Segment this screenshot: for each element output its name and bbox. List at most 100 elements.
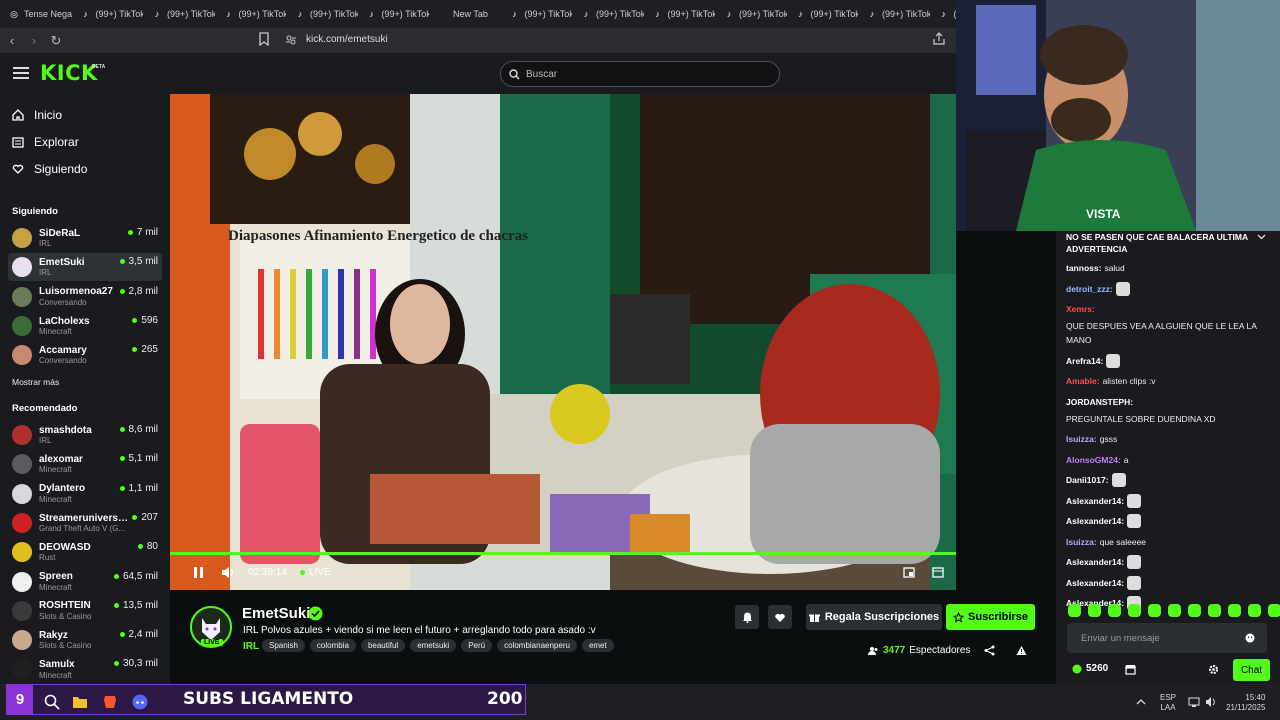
chevron-up-icon[interactable]	[1136, 697, 1146, 707]
browser-tab[interactable]: ♪(99+) TikTok	[358, 0, 429, 28]
chat-username[interactable]: Isuizza:	[1066, 432, 1097, 446]
brave-browser-icon[interactable]	[102, 694, 118, 710]
progress-bar[interactable]	[170, 552, 956, 555]
nav-home[interactable]: Inicio	[12, 108, 62, 122]
sidebar-channel[interactable]: smashdota IRL 8,6 mil	[8, 421, 162, 449]
chat-input[interactable]	[1067, 623, 1267, 653]
discord-icon[interactable]	[132, 694, 148, 710]
search-bar[interactable]	[500, 61, 780, 87]
chat-username[interactable]: Arefra14:	[1066, 354, 1103, 368]
chat-username[interactable]: tannoss:	[1066, 261, 1101, 275]
search-taskbar-icon[interactable]	[44, 694, 60, 710]
browser-tab[interactable]: ♪(99+) TikTok	[715, 0, 787, 28]
volume-icon[interactable]	[221, 566, 235, 579]
channel-points[interactable]: 5260	[1072, 663, 1108, 674]
chat-send-button[interactable]: Chat	[1233, 659, 1270, 681]
stream-tag[interactable]: beautiful	[360, 639, 406, 652]
emote-shortcut[interactable]	[1148, 604, 1161, 617]
browser-tab[interactable]: ♪(99+) TikTok	[143, 0, 215, 28]
browser-tab[interactable]: ♪(99+) TikTok	[572, 0, 644, 28]
browser-tab[interactable]: ♪(99+) TikTok	[644, 0, 715, 28]
emote-shortcut[interactable]	[1168, 604, 1181, 617]
share-icon[interactable]	[984, 645, 995, 656]
sidebar-channel[interactable]: Samulx Minecraft 30,3 mil	[8, 655, 162, 683]
chat-username[interactable]: Xemrs:	[1066, 302, 1095, 316]
pause-icon[interactable]	[193, 566, 205, 579]
browser-tab[interactable]: New Tab	[429, 0, 501, 28]
stream-tag[interactable]: Perú	[461, 639, 493, 652]
report-icon[interactable]	[1016, 645, 1027, 656]
stream-tag[interactable]: emetsuki	[410, 639, 457, 652]
picture-in-picture-icon[interactable]	[903, 567, 915, 578]
emote-shortcut[interactable]	[1268, 604, 1280, 617]
sidebar-channel[interactable]: EmetSuki IRL 3,5 mil	[8, 253, 162, 282]
gift-subs-button[interactable]: Regala Suscripciones	[806, 604, 942, 630]
theater-mode-icon[interactable]	[932, 567, 944, 578]
sidebar-channel[interactable]: Accamary Conversando 265	[8, 341, 162, 369]
url-text[interactable]: kick.com/emetsuki	[306, 34, 388, 45]
bookmark-icon[interactable]	[259, 32, 269, 46]
system-clock[interactable]: 15:40 21/11/2025	[1226, 693, 1265, 713]
sidebar-channel[interactable]: Dylantero Minecraft 1,1 mil	[8, 480, 162, 508]
chat-username[interactable]: Amable:	[1066, 374, 1100, 388]
browser-tab[interactable]: ◎ Tense Nega	[0, 0, 71, 28]
chat-username[interactable]: detroit_zzz:	[1066, 282, 1113, 296]
stream-tag[interactable]: emet	[581, 639, 614, 652]
browser-tab[interactable]: ♪(99+) TikTok	[72, 0, 143, 28]
channel-name[interactable]: EmetSuki	[242, 605, 310, 622]
browser-tab[interactable]: ♪(99+) TikTok	[930, 0, 956, 28]
stream-category[interactable]: IRL	[243, 641, 259, 652]
nav-following[interactable]: Siguiendo	[12, 162, 87, 176]
store-icon[interactable]	[1125, 664, 1136, 675]
sidebar-channel[interactable]: Streameruniversit... Grand Theft Auto V (…	[8, 509, 162, 537]
search-input[interactable]	[526, 68, 766, 80]
emoji-icon[interactable]	[1245, 633, 1255, 643]
emote-shortcut[interactable]	[1088, 604, 1101, 617]
menu-icon[interactable]	[13, 67, 29, 79]
volume-tray-icon[interactable]	[1205, 696, 1217, 708]
language-indicator[interactable]: ESP LAA	[1160, 693, 1176, 713]
chat-username[interactable]: AlonsoGM24:	[1066, 453, 1121, 467]
browser-tab[interactable]: ♪(99+) TikTok	[286, 0, 358, 28]
video-player[interactable]: Diapasones Afinamiento Energetico de cha…	[170, 94, 956, 590]
emote-shortcut[interactable]	[1228, 604, 1241, 617]
emote-shortcut[interactable]	[1248, 604, 1261, 617]
chevron-down-icon[interactable]	[1257, 234, 1266, 240]
chat-username[interactable]: Aslexander14:	[1066, 576, 1124, 590]
chat-username[interactable]: Aslexander14:	[1066, 555, 1124, 569]
chat-username[interactable]: Aslexander14:	[1066, 514, 1124, 528]
chat-username[interactable]: JORDANSTEPH:	[1066, 395, 1133, 409]
stream-tag[interactable]: colombia	[309, 639, 356, 652]
emote-shortcut[interactable]	[1188, 604, 1201, 617]
stream-tag[interactable]: Spanish	[262, 639, 305, 652]
chat-username[interactable]: Aslexander14:	[1066, 494, 1124, 508]
forward-icon[interactable]: ›	[24, 31, 44, 51]
sidebar-channel[interactable]: ROSHTEIN Slots & Casino 13,5 mil	[8, 597, 162, 625]
stream-tag[interactable]: colombianaenperu	[497, 639, 577, 652]
sidebar-channel[interactable]: LaCholexs Minecraft 596	[8, 312, 162, 340]
browser-tab[interactable]: ♪(99+) TikTok	[858, 0, 930, 28]
kick-logo[interactable]: KICK	[40, 61, 98, 85]
emote-shortcut[interactable]	[1128, 604, 1141, 617]
browser-tab[interactable]: ♪(99+) TikTok	[215, 0, 286, 28]
notification-button[interactable]	[735, 605, 759, 629]
subscribe-button[interactable]: Suscribirse	[946, 604, 1035, 630]
emote-shortcut[interactable]	[1068, 604, 1081, 617]
share-page-icon[interactable]	[932, 32, 946, 46]
emote-shortcut[interactable]	[1108, 604, 1121, 617]
chat-settings-icon[interactable]	[1208, 664, 1219, 675]
site-info-icon[interactable]	[285, 34, 297, 46]
sidebar-channel[interactable]: DEOWASD Rust 80	[8, 538, 162, 566]
reload-icon[interactable]: ↻	[46, 31, 66, 51]
nav-browse[interactable]: Explorar	[12, 135, 79, 149]
follow-button[interactable]	[768, 605, 792, 629]
sidebar-channel[interactable]: Luisormenoa27 Conversando 2,8 mil	[8, 283, 162, 311]
sidebar-channel[interactable]: alexomar Minecraft 5,1 mil	[8, 450, 162, 478]
emote-shortcut[interactable]	[1208, 604, 1221, 617]
back-icon[interactable]: ‹	[2, 31, 22, 51]
browser-tab[interactable]: ♪(99+) TikTok	[787, 0, 858, 28]
sidebar-channel[interactable]: Spreen Minecraft 64,5 mil	[8, 568, 162, 596]
sidebar-channel[interactable]: SiDeRaL IRL 7 mil	[8, 224, 162, 252]
show-more-link[interactable]: Mostrar más	[12, 377, 59, 387]
chat-username[interactable]: Danii1017:	[1066, 473, 1109, 487]
